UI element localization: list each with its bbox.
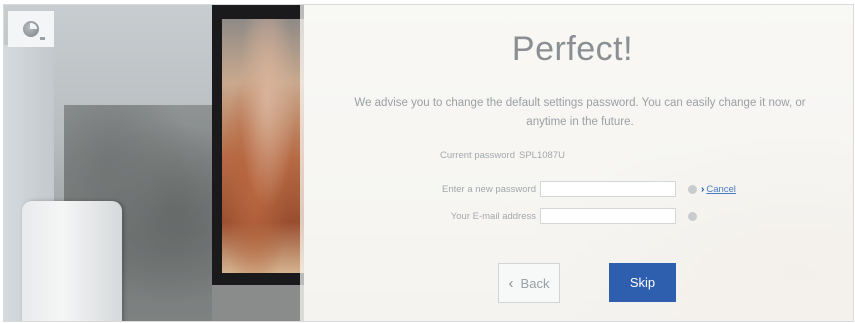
new-password-label: Enter a new password [442,183,536,195]
advice-text: We advise you to change the default sett… [354,97,806,128]
page-title: Perfect! [511,30,634,68]
router-device-image [22,201,122,321]
monitor-screen-image [222,19,304,273]
router-brand-logo-icon [23,21,39,37]
email-row: Your E-mail address [390,206,697,226]
chevron-left-icon: ‹ [508,274,514,292]
skip-button-label: Skip [629,275,656,290]
current-password-label: Current password [440,150,515,161]
new-password-row: Enter a new password › Cancel [390,179,736,199]
desk-image [212,285,312,321]
back-button[interactable]: ‹ Back [498,263,560,303]
chevron-right-icon: › [701,183,705,195]
skip-button[interactable]: Skip [609,263,676,302]
info-dot-icon[interactable] [688,211,697,221]
back-button-label: Back [520,275,550,291]
current-password-row: Current password SPL1087U [440,150,565,161]
email-input[interactable] [540,208,676,224]
brand-logo [8,11,54,47]
current-password-value: SPL1087U [518,150,565,161]
new-password-input[interactable] [540,181,676,197]
info-dot-icon[interactable] [688,184,697,194]
email-label: Your E-mail address [450,210,536,222]
cancel-link[interactable]: Cancel [706,184,736,195]
